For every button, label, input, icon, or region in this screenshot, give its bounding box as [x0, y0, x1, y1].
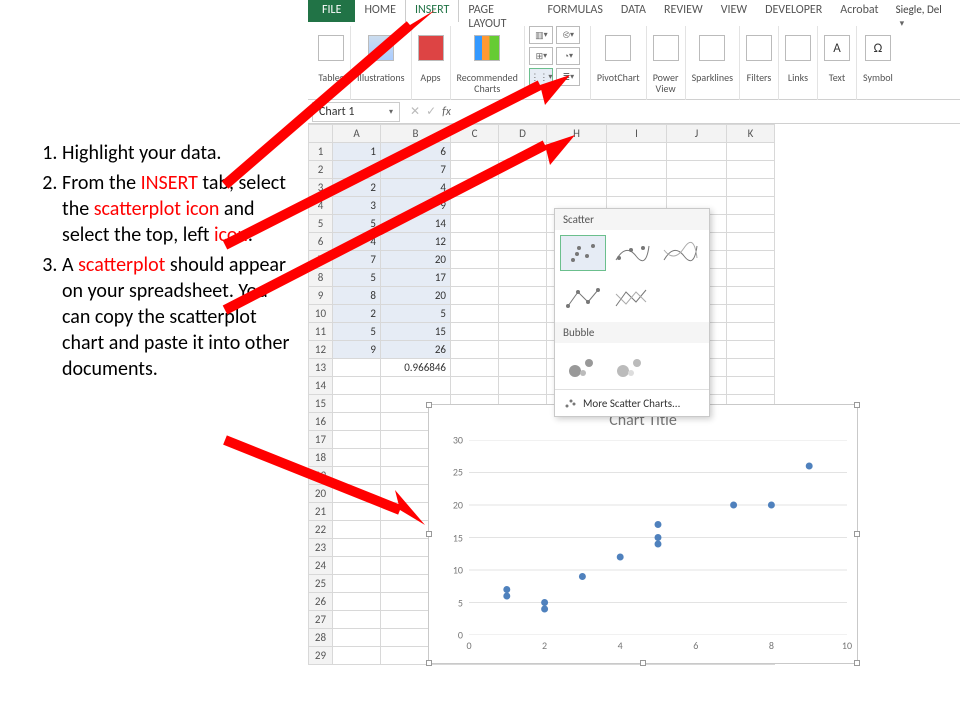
- insert-stock-chart[interactable]: ⊞▾: [529, 47, 553, 65]
- ribbon-text[interactable]: A Text: [818, 26, 857, 100]
- scatter-straight-markers[interactable]: [560, 281, 606, 317]
- gallery-header-bubble: Bubble: [555, 322, 709, 343]
- pivotchart-icon: [605, 35, 631, 61]
- symbols-icon: Ω: [865, 35, 891, 61]
- ribbon-tables[interactable]: Tables: [312, 26, 351, 100]
- scatter-straight-lines[interactable]: [608, 281, 654, 317]
- formula-bar: Chart 1▾ ✕ ✓ fx: [308, 100, 960, 124]
- embedded-chart[interactable]: Chart Title 051015202530 0246810: [428, 404, 858, 664]
- ribbon-links[interactable]: Links: [779, 26, 818, 100]
- powerview-icon: [653, 35, 679, 61]
- scatter-straight-icon: [563, 284, 603, 314]
- instruction-1: Highlight your data.: [62, 140, 300, 166]
- tab-acrobat[interactable]: Acrobat: [831, 0, 887, 22]
- tab-file[interactable]: FILE: [308, 0, 355, 22]
- scatter-smooth-markers[interactable]: [608, 235, 654, 271]
- scatter-plain-icon: [563, 238, 603, 268]
- ribbon-symbols[interactable]: Ω Symbols: [857, 26, 899, 100]
- instruction-panel: Highlight your data. From the INSERT tab…: [40, 140, 300, 386]
- insert-line-chart[interactable]: ⧀▾: [556, 26, 580, 44]
- ribbon-pivotchart[interactable]: PivotChart: [591, 26, 647, 100]
- links-icon: [785, 35, 811, 61]
- ribbon-charts: ▥▾ ⧀▾ ⊞▾ ◔▾ ⋮⋮▾ ≣▾: [525, 26, 591, 100]
- tab-insert[interactable]: INSERT: [405, 0, 459, 22]
- bubble-icon: [563, 351, 603, 381]
- ribbon-recommended-charts[interactable]: Recommended Charts: [451, 26, 525, 100]
- tab-view[interactable]: VIEW: [712, 0, 756, 22]
- chart-plot-area[interactable]: [469, 440, 847, 635]
- text-icon: A: [824, 35, 850, 61]
- cancel-icon[interactable]: ✕: [410, 104, 420, 119]
- filter-icon: [746, 35, 772, 61]
- tab-formulas[interactable]: FORMULAS: [539, 0, 612, 22]
- enter-icon[interactable]: ✓: [426, 104, 436, 119]
- tab-review[interactable]: REVIEW: [655, 0, 712, 22]
- apps-icon: [418, 35, 444, 61]
- fx-icon[interactable]: fx: [442, 105, 451, 119]
- ribbon-powerview[interactable]: Power View: [647, 26, 686, 100]
- bubble3d-icon: [611, 351, 651, 381]
- ribbon-insert: Tables Illustrations Apps Recommended Ch…: [308, 22, 960, 100]
- instruction-3: A scatterplot should appear on your spre…: [62, 252, 300, 382]
- chart-x-axis: 0246810: [469, 639, 847, 655]
- scatter-straight2-icon: [611, 284, 651, 314]
- picture-icon: [368, 35, 394, 61]
- scatter-markers-only[interactable]: [560, 235, 606, 271]
- ribbon-filters[interactable]: Filters: [740, 26, 779, 100]
- ribbon-illustrations[interactable]: Illustrations: [351, 26, 412, 100]
- insert-other-chart[interactable]: ≣▾: [556, 68, 580, 86]
- scatter-smooth-lines[interactable]: [656, 235, 702, 271]
- tab-data[interactable]: DATA: [612, 0, 655, 22]
- sparklines-icon: [699, 35, 725, 61]
- insert-bar-chart[interactable]: ▥▾: [529, 26, 553, 44]
- tab-home[interactable]: HOME: [355, 0, 405, 22]
- worksheet[interactable]: ABCDHIJK11621732443955146412772085179820…: [308, 124, 960, 665]
- ribbon-tabbar: FILE HOME INSERT PAGE LAYOUT FORMULAS DA…: [308, 0, 960, 22]
- name-box[interactable]: Chart 1▾: [312, 102, 400, 122]
- table-icon: [318, 35, 344, 61]
- tab-developer[interactable]: DEVELOPER: [756, 0, 831, 22]
- ribbon-sparklines[interactable]: Sparklines: [686, 26, 740, 100]
- ribbon-apps[interactable]: Apps: [412, 26, 451, 100]
- scatter-smooth-icon: [611, 238, 651, 268]
- bubble-2d[interactable]: [560, 348, 606, 384]
- tab-pagelayout[interactable]: PAGE LAYOUT: [459, 0, 538, 22]
- gallery-header-scatter: Scatter: [555, 209, 709, 230]
- insert-pie-chart[interactable]: ◔▾: [556, 47, 580, 65]
- scatter-gallery: Scatter Bubble: [554, 208, 710, 417]
- instruction-2: From the INSERT tab, select the scatterp…: [62, 170, 300, 248]
- more-scatter-icon: [563, 396, 577, 410]
- more-scatter-charts[interactable]: More Scatter Charts...: [555, 389, 709, 416]
- excel-window: FILE HOME INSERT PAGE LAYOUT FORMULAS DA…: [308, 0, 960, 720]
- scatter-smooth2-icon: [659, 238, 699, 268]
- bubble-3d[interactable]: [608, 348, 654, 384]
- recommended-charts-icon: [474, 35, 500, 61]
- chart-y-axis: 051015202530: [429, 440, 467, 635]
- insert-scatter-chart[interactable]: ⋮⋮▾: [529, 68, 553, 86]
- user-label[interactable]: Siegle, Del ▾: [888, 0, 960, 22]
